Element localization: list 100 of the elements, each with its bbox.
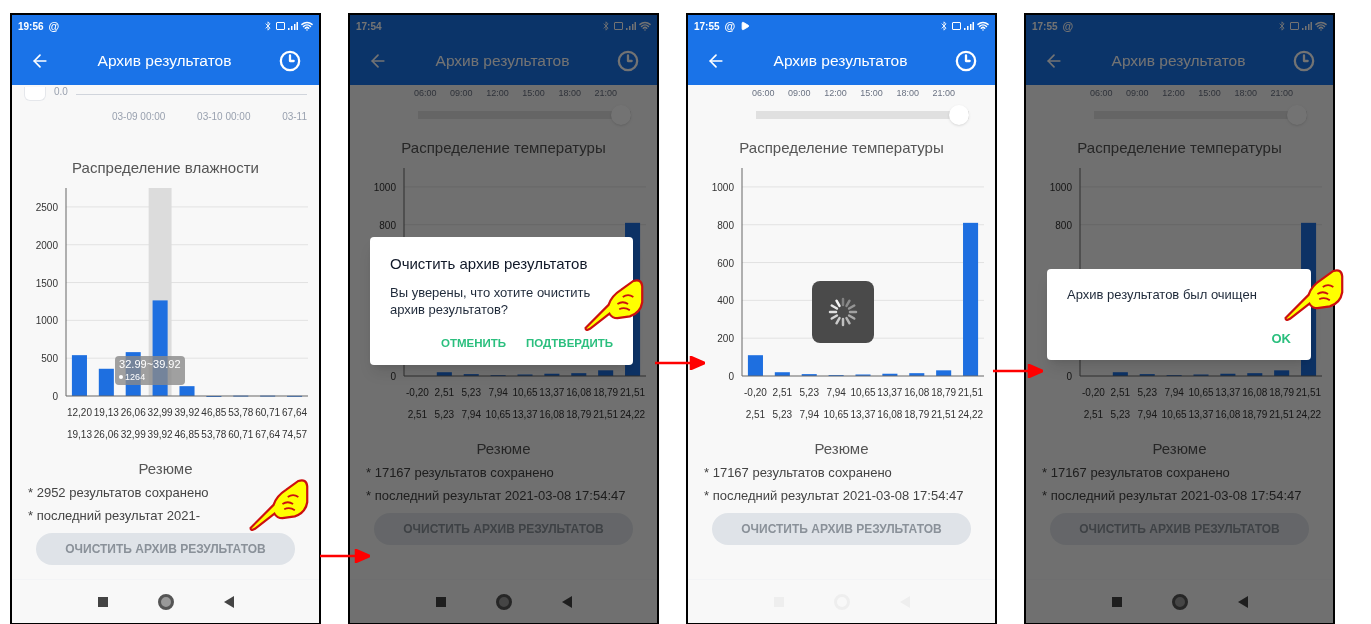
category-label: 13,37 16,08 — [1215, 386, 1241, 420]
axis-tick-label: 1000 — [711, 181, 734, 193]
category-label: 26,06 32,99 — [120, 406, 146, 440]
axis-tick-label: 15:00 — [522, 87, 545, 100]
category-label: 2,51 5,23 — [1110, 386, 1131, 420]
app-title: Архив результатов — [773, 51, 908, 72]
axis-tick-label: 0 — [52, 390, 58, 402]
axis-tick-label: 21:00 — [1270, 87, 1293, 100]
axis-tick-label: 03-09 00:00 — [112, 110, 166, 124]
category-label: 7,94 10,65 — [485, 386, 511, 420]
chart-title: Распределение влажности — [71, 158, 260, 178]
summary-line: * последний результат 2021-03-08 17:54:47 — [365, 486, 626, 505]
axis-tick-label: 600 — [717, 257, 734, 269]
summary-line: * 2952 результатов сохранено — [27, 484, 209, 502]
category-label: 12,20 19,13 — [66, 406, 92, 440]
category-label: 19,13 26,06 — [93, 406, 119, 440]
category-label: 21,51 24,22 — [1296, 386, 1322, 420]
category-label: 10,65 13,37 — [512, 386, 538, 420]
axis-tick-label: 18:00 — [896, 87, 919, 100]
axis-tick-label: 09:00 — [1126, 87, 1149, 100]
category-label: 46,85 53,78 — [201, 406, 227, 440]
category-label: 13,37 16,08 — [877, 386, 903, 420]
axis-tick-label: 2000 — [35, 239, 58, 251]
axis-tick-label: 1500 — [35, 277, 58, 289]
summary-line: * последний результат 2021-03-08 17:54:47 — [703, 486, 964, 505]
app-title: Архив результатов — [97, 51, 232, 72]
axis-tick-label: 18:00 — [558, 87, 581, 100]
axis-tick-label: 15:00 — [860, 87, 883, 100]
category-label: 32,99 39,92 — [147, 406, 173, 440]
category-label: 5,23 7,94 — [1137, 386, 1157, 420]
category-label: 7,94 10,65 — [823, 386, 849, 420]
summary-line: * 17167 результатов сохранено — [1041, 464, 1230, 482]
dialog-message: Вы уверены, что хотите очистить архив результатов? — [390, 283, 592, 320]
axis-tick-label: 12:00 — [1162, 87, 1185, 100]
status-time: 17:55 — [694, 19, 720, 34]
dialog-message: Архив результатов был очищен — [1067, 286, 1258, 304]
axis-tick-label: 06:00 — [752, 87, 775, 100]
summary-title: Резюме — [1151, 438, 1208, 459]
category-label: 2,51 5,23 — [434, 386, 455, 420]
category-label: 60,71 67,64 — [255, 406, 281, 440]
chart-title: Распределение температуры — [1076, 138, 1283, 158]
axis-tick-label: 500 — [41, 352, 58, 364]
summary-line: * последний результат 2021-03-08 17:54:47 — [1041, 486, 1302, 505]
app-title: Архив результатов — [435, 51, 570, 72]
axis-tick-label: 0.0 — [54, 87, 68, 97]
axis-tick-label: 03-11 — [282, 110, 307, 124]
tooltip-value: 1264 — [125, 371, 146, 383]
axis-tick-label: 21:00 — [932, 87, 955, 100]
axis-tick-label: 15:00 — [1198, 87, 1221, 100]
axis-tick-label: 12:00 — [486, 87, 509, 100]
category-label: 16,08 18,79 — [1242, 386, 1268, 420]
axis-tick-label: 09:00 — [788, 87, 811, 100]
summary-line: * последний результат 2021- — [27, 506, 200, 525]
chart-title: Распределение температуры — [400, 138, 607, 158]
axis-tick-label: 800 — [1055, 219, 1072, 231]
category-label: 10,65 13,37 — [850, 386, 876, 420]
dialog-title: Очистить архив результатов — [390, 254, 589, 274]
category-label: 67,64 74,57 — [282, 406, 308, 440]
category-label: -0,20 2,51 — [744, 386, 767, 420]
category-label: 18,79 21,51 — [1269, 386, 1295, 420]
axis-tick-label: 800 — [717, 219, 734, 231]
category-label: -0,20 2,51 — [406, 386, 429, 420]
status-time: 19:56 — [18, 19, 44, 34]
axis-tick-label: 1000 — [35, 314, 58, 326]
summary-title: Резюме — [813, 438, 870, 459]
summary-line: * 17167 результатов сохранено — [365, 464, 554, 482]
axis-tick-label: 400 — [717, 294, 734, 306]
tooltip-range: 32.99~39.92 — [119, 357, 181, 372]
status-symbol: @ — [1062, 18, 1074, 34]
app-title: Архив результатов — [1111, 51, 1246, 72]
status-symbol: @ — [48, 18, 60, 34]
category-label: 10,65 13,37 — [1188, 386, 1214, 420]
category-label: 2,51 5,23 — [772, 386, 793, 420]
summary-title: Резюме — [475, 438, 532, 459]
axis-tick-label: 0 — [390, 370, 396, 382]
category-label: 13,37 16,08 — [539, 386, 565, 420]
axis-tick-label: 12:00 — [824, 87, 847, 100]
summary-title: Резюме — [137, 458, 194, 479]
category-label: 21,51 24,22 — [620, 386, 646, 420]
category-label: -0,20 2,51 — [1082, 386, 1105, 420]
category-label: 18,79 21,51 — [931, 386, 957, 420]
axis-tick-label: 1000 — [373, 181, 396, 193]
axis-tick-label: 200 — [717, 332, 734, 344]
summary-line: * 17167 результатов сохранено — [703, 464, 892, 482]
category-label: 16,08 18,79 — [904, 386, 930, 420]
category-label: 53,78 60,71 — [228, 406, 254, 440]
category-label: 39,92 46,85 — [174, 406, 200, 440]
status-time: 17:55 — [1032, 19, 1058, 34]
category-label: 16,08 18,79 — [566, 386, 592, 420]
category-label: 5,23 7,94 — [461, 386, 481, 420]
axis-tick-label: 21:00 — [594, 87, 617, 100]
axis-tick-label: 0 — [1066, 370, 1072, 382]
category-label: 5,23 7,94 — [799, 386, 819, 420]
category-label: 21,51 24,22 — [958, 386, 984, 420]
status-symbol: @ — [724, 18, 736, 34]
axis-tick-label: 800 — [379, 219, 396, 231]
axis-tick-label: 03-10 00:00 — [197, 110, 251, 124]
axis-tick-label: 09:00 — [450, 87, 473, 100]
category-label: 18,79 21,51 — [593, 386, 619, 420]
axis-tick-label: 0 — [728, 370, 734, 382]
